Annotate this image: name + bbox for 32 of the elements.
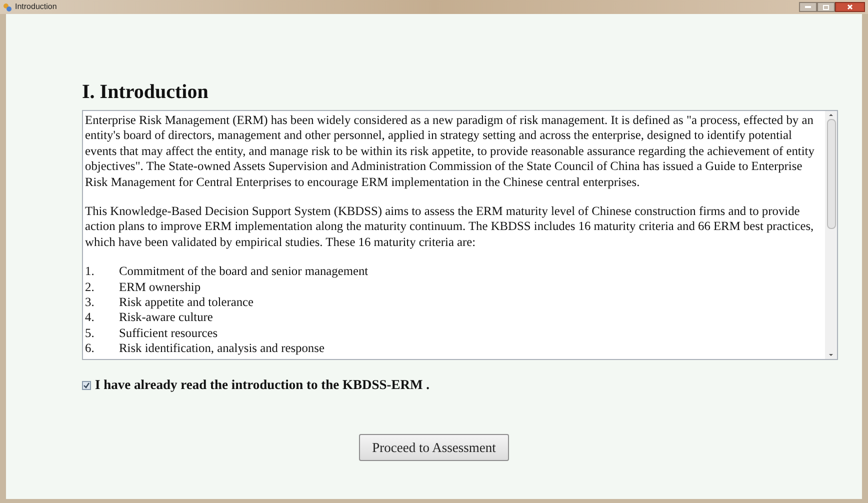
read-checkbox-row[interactable]: I have already read the introduction to the KBDSS-ERM . <box>82 375 838 396</box>
criterion-text: ERM ownership <box>119 280 201 296</box>
scroll-down-icon[interactable] <box>828 351 834 359</box>
list-number: 6. <box>85 341 96 357</box>
list-number: 2. <box>85 280 96 296</box>
scroll-up-icon[interactable] <box>828 111 834 119</box>
paragraph: This Knowledge-Based Decision Support System (KBDSS) aims to assess the ERM maturity level of Chinese construction firms and to provide action plans to improve ERM implementation along the maturity continuum. The KBDSS includes 16 maturity criteria and 66 ERM best practices, which have been validated by empirical studies. These 16 maturity criteria are: <box>85 204 815 250</box>
criterion-text: Risk-aware culture <box>119 310 213 326</box>
maximize-icon <box>823 4 829 10</box>
window-title: Introduction <box>15 1 57 13</box>
maximize-button[interactable] <box>817 2 835 12</box>
scrollbar[interactable] <box>825 111 837 359</box>
scroll-thumb[interactable] <box>826 119 836 229</box>
app-icon <box>3 2 12 12</box>
list-number: 3. <box>85 295 96 310</box>
section-heading: I. Introduction <box>82 82 210 102</box>
criterion-text: Sufficient resources <box>119 326 218 342</box>
close-icon <box>847 4 853 10</box>
minimize-icon <box>805 6 811 8</box>
checkbox-label: I have already read the introduction to the KBDSS-ERM . <box>95 376 430 394</box>
list-number: 4. <box>85 310 96 326</box>
criterion-text: Commitment of the board and senior management <box>119 264 368 280</box>
criterion-text: Risk appetite and tolerance <box>119 295 254 310</box>
close-button[interactable] <box>835 2 865 12</box>
paragraph: Enterprise Risk Management (ERM) has been widely considered as a new paradigm of risk management. It is defined as "a process, effected by an entity's board of directors, management and other personnel, applied in strategy setting and across the enterprise, designed to identify potential events that may affect the entity, and manage risk to be within its risk appetite, to provide reasonable assurance regarding the achievement of entity objectives". The State-owned Assets Supervision and Administration Commission of the State Council of China has issued a Guide to Enterprise Risk Management for Central Enterprises to encourage ERM implementation in the Chinese central enterprises. <box>85 113 816 190</box>
minimize-button[interactable] <box>799 2 817 12</box>
check-icon <box>83 382 90 389</box>
criterion-text: Risk identification, analysis and response <box>119 341 324 357</box>
proceed-button[interactable]: Proceed to Assessment <box>359 434 509 462</box>
list-number: 1. <box>85 264 96 280</box>
checkbox[interactable] <box>82 380 91 390</box>
list-number: 5. <box>85 326 96 342</box>
